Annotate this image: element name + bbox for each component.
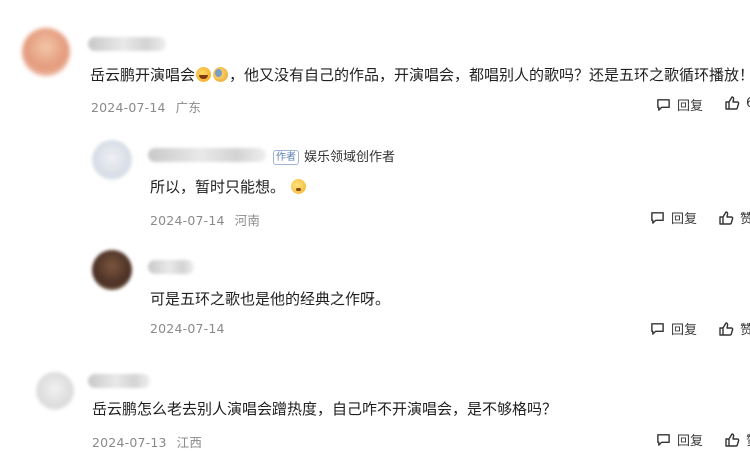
crying-laughing-emoji-icon [213,67,229,82]
comment-location: 河南 [234,213,261,228]
laughing-emoji-icon [196,67,212,82]
thumbs-up-icon [719,321,734,336]
thumbs-up-icon [725,432,740,447]
author-info: 作者 娱乐领域创作者 [270,146,395,165]
comment-meta: 2024-07-14 广东 [91,97,201,116]
comment-text-part: 岳云鹏怎么老去别人演唱会蹭热度，自己咋不开演唱会，是不够格吗？ [92,400,558,418]
reply-label: 回复 [671,323,698,338]
reply-label: 回复 [677,434,704,449]
reply-button[interactable]: 回复 [650,208,697,227]
like-button[interactable]: 6 [724,95,750,111]
comment-meta: 2024-07-13 江西 [92,432,202,451]
reply-icon [657,434,670,446]
avatar[interactable] [36,372,74,410]
comment-date: 2024-07-14 [150,213,225,228]
reply-icon [657,99,670,111]
like-button[interactable]: 赞 [718,319,750,338]
reply-button[interactable]: 回复 [650,319,697,338]
comment-location: 广东 [175,100,202,115]
comment-text-part: 岳云鹏开演唱会 [90,66,196,84]
like-button[interactable]: 赞 [718,208,750,227]
like-label: 赞 [740,212,750,227]
avatar[interactable] [92,250,132,290]
comment-date: 2024-07-14 [91,100,166,115]
avatar[interactable] [92,140,132,180]
username-blurred[interactable] [148,148,266,162]
like-label: 赞 [746,430,750,449]
author-role: 娱乐领域创作者 [304,150,396,165]
thumbs-up-icon [725,96,740,110]
like-button[interactable]: 赞 [724,430,750,449]
comment-text: 可是五环之歌也是他的经典之作呀。 [150,288,390,310]
reply-icon [651,323,664,335]
comment-meta: 2024-07-14 [150,321,225,336]
shy-emoji-icon [290,179,306,194]
username-blurred[interactable] [88,374,150,388]
comment-text: 岳云鹏开演唱会 ，他又没有自己的作品，开演唱会，都唱别人的歌吗？还是五环之歌循环播… [90,64,750,86]
thumbs-up-icon [719,210,734,225]
avatar[interactable] [22,28,70,76]
like-label: 6 [746,96,750,111]
comment-text-part: 所以，暂时只能想。 [150,178,286,196]
comment-date: 2024-07-14 [150,321,225,336]
comment-text-part: 可是五环之歌也是他的经典之作呀。 [150,290,391,308]
comment-text: 所以，暂时只能想。 [150,176,307,198]
username-blurred[interactable] [148,260,194,274]
reply-label: 回复 [677,99,704,114]
comment-text-part: ，他又没有自己的作品，开演唱会，都唱别人的歌吗？还是五环之歌循环播放！ [229,66,750,84]
author-badge: 作者 [273,150,299,165]
username-blurred[interactable] [88,37,166,51]
reply-icon [651,212,664,224]
reply-button[interactable]: 回复 [656,95,703,114]
like-label: 赞 [740,323,750,338]
comment-text: 岳云鹏怎么老去别人演唱会蹭热度，自己咋不开演唱会，是不够格吗？ [92,398,557,420]
reply-label: 回复 [671,212,698,227]
comment-meta: 2024-07-14 河南 [150,210,260,229]
reply-button[interactable]: 回复 [656,430,703,449]
